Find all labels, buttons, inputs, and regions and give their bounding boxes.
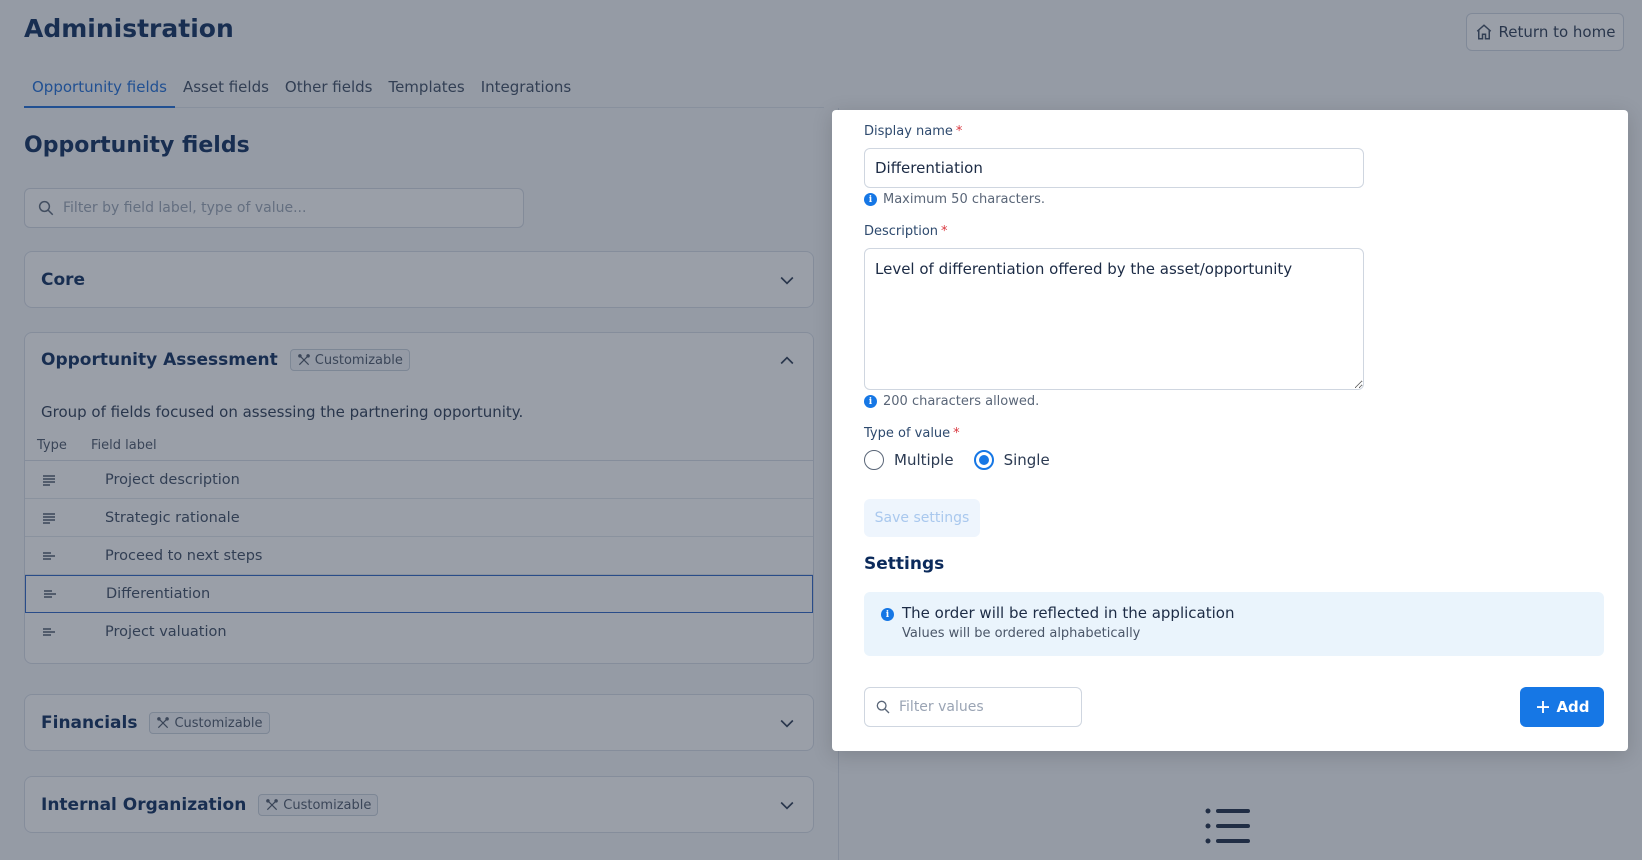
required-mark: *: [941, 224, 948, 239]
search-icon: [876, 700, 890, 714]
info-subtitle: Values will be ordered alphabetically: [902, 626, 1141, 641]
radio-single-circle[interactable]: [973, 450, 994, 470]
add-value-button[interactable]: Add: [1520, 687, 1604, 727]
display-name-label: Display name *: [864, 124, 963, 139]
info-icon: i: [864, 193, 877, 206]
radio-multiple[interactable]: Multiple: [864, 450, 954, 470]
required-mark: *: [955, 124, 963, 139]
type-of-value-radio-group: Multiple Single: [864, 450, 1060, 470]
display-name-hint: i Maximum 50 characters.: [864, 192, 1045, 207]
display-name-input[interactable]: [864, 148, 1364, 188]
radio-single-label: Single: [1003, 451, 1050, 469]
radio-multiple-label: Multiple: [894, 451, 954, 469]
description-textarea[interactable]: Level of differentiation offered by the …: [864, 248, 1364, 390]
plus-icon: [1537, 701, 1550, 713]
info-icon: i: [864, 395, 877, 408]
settings-title: Settings: [864, 554, 945, 574]
description-label: Description *: [864, 224, 948, 239]
info-title: The order will be reflected in the appli…: [902, 604, 1235, 622]
save-settings-button[interactable]: Save settings: [864, 499, 980, 537]
order-info-box: i The order will be reflected in the app…: [864, 592, 1604, 656]
info-icon: i: [881, 608, 894, 621]
field-settings-modal: Display name* i Maximum 50 characters. D…: [832, 110, 1628, 751]
filter-values-field[interactable]: [864, 687, 1082, 727]
radio-single[interactable]: Single: [973, 450, 1050, 470]
filter-values-input[interactable]: [899, 699, 1069, 715]
description-hint: i 200 characters allowed.: [864, 394, 1039, 409]
required-mark: *: [953, 426, 960, 441]
type-of-value-label: Type of value *: [864, 426, 960, 441]
radio-multiple-circle[interactable]: [864, 450, 884, 470]
add-label: Add: [1556, 698, 1590, 716]
